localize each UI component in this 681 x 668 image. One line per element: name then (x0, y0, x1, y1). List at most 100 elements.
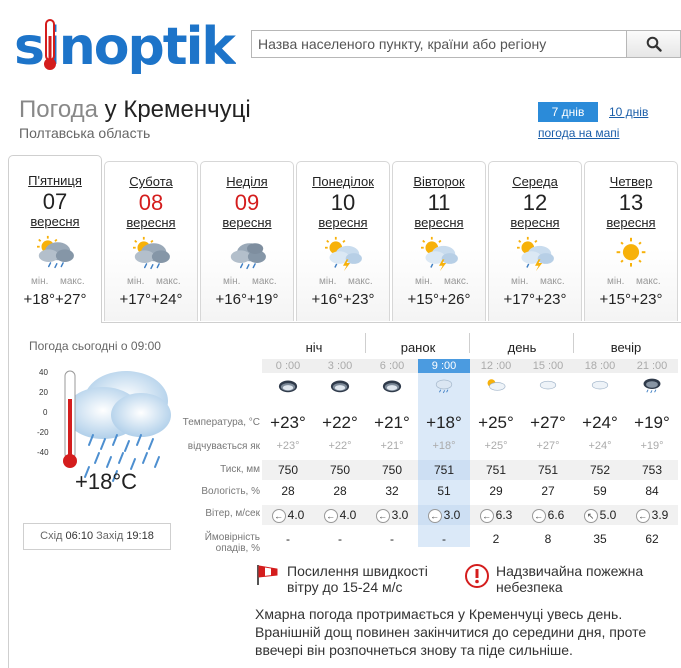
hour-pressure: 753 (626, 460, 678, 480)
hour-feels-like: +19° (640, 440, 664, 452)
hour-label: 3 :00 (314, 359, 366, 373)
hour-label: 15 :00 (522, 359, 574, 373)
day-month[interactable]: вересня (297, 215, 389, 230)
scale-minus-40: -40 (37, 448, 49, 457)
hour-wind: ← 3.9 (626, 505, 678, 525)
hour-label: 9 :00 (418, 359, 470, 373)
hour-humidity: 29 (489, 484, 503, 498)
day-tab[interactable]: Неділя 09 вересня мін. макс. +16°+19° (200, 161, 294, 321)
day-number: 10 (330, 190, 356, 215)
hour-weather-icon (314, 376, 366, 402)
hour-pressure: 750 (262, 460, 314, 480)
hour-wind: ← 6.6 (522, 505, 574, 525)
day-tab[interactable]: Четвер 13 вересня мін. макс. +15°+23° (584, 161, 678, 321)
min-temp: +15° (599, 291, 631, 308)
day-month[interactable]: вересня (393, 215, 485, 230)
wind-direction-icon: ← (375, 508, 390, 523)
cloudy-night-rain-icon (643, 378, 661, 394)
max-label: макс. (348, 276, 373, 287)
row-label-feels: відчувається як (187, 441, 260, 452)
hour-label: 12 :00 (470, 359, 522, 373)
day-name[interactable]: П'ятниця (9, 173, 101, 188)
wind-direction-icon: ← (531, 508, 546, 523)
tab-10-days[interactable]: 10 днів (609, 102, 648, 122)
hour-wind: ← 4.0 (262, 505, 314, 525)
day-name[interactable]: Четвер (585, 174, 677, 189)
max-label: макс. (444, 276, 469, 287)
fire-warning-text: Надзвичайна пожежна небезпека (496, 563, 644, 595)
wind-speed: 3.0 (391, 508, 409, 522)
row-label-humidity: Вологість, % (201, 486, 260, 497)
hour-weather-icon (626, 376, 678, 402)
day-tab[interactable]: Понеділок 10 вересня мін. макс. +16°+23° (296, 161, 390, 321)
min-temp: +17° (503, 291, 535, 308)
day-name[interactable]: Неділя (201, 174, 293, 189)
min-temp: +16° (311, 291, 343, 308)
hour-pressure: 752 (574, 460, 626, 480)
hour-temperature: +25° (478, 413, 514, 432)
day-tab[interactable]: П'ятниця 07 вересня мін. макс. +18°+27° (8, 155, 102, 323)
day-month[interactable]: вересня (585, 215, 677, 230)
day-name[interactable]: Понеділок (297, 174, 389, 189)
today-label: Погода сьогодні о 09:00 (29, 339, 161, 353)
day-weather-icon (32, 235, 78, 271)
day-month[interactable]: вересня (489, 215, 581, 230)
title-prefix: Погода (19, 96, 98, 123)
max-temp: +23° (343, 291, 375, 308)
hour-precipitation: 2 (492, 532, 500, 546)
day-name[interactable]: Вівторок (393, 174, 485, 189)
period-label: день (507, 340, 537, 355)
day-weather-icon (128, 236, 174, 272)
page-title: Погода у Кременчуці (19, 96, 251, 124)
min-label: мін. (511, 276, 529, 287)
sunset-label: Захід (96, 530, 124, 542)
sinoptik-logo[interactable]: sinoptik (14, 14, 239, 77)
day-month[interactable]: вересня (201, 215, 293, 230)
max-temp: +27° (55, 291, 87, 308)
hour-pressure: 751 (522, 460, 574, 480)
wind-speed: 6.3 (495, 508, 513, 522)
search-bar (251, 30, 681, 58)
hour-humidity: 59 (593, 484, 607, 498)
hour-humidity: 51 (437, 484, 451, 498)
hour-humidity: 84 (645, 484, 659, 498)
partly-cloudy-thunder-icon (421, 236, 458, 272)
search-button[interactable] (626, 30, 681, 58)
max-temp: +23° (631, 291, 663, 308)
row-label-temp: Температура, °C (182, 417, 260, 428)
hour-feels-like: +24° (588, 440, 612, 452)
cloudy-night-icon (278, 380, 298, 393)
hour-weather-icon (574, 376, 626, 402)
day-temps: +18°+27° (9, 291, 101, 308)
hour-temperature: +21° (374, 413, 410, 432)
day-number: 07 (42, 189, 68, 214)
day-number: 09 (234, 190, 260, 215)
day-tab[interactable]: Вівторок 11 вересня мін. макс. +15°+26° (392, 161, 486, 321)
day-tab[interactable]: Середа 12 вересня мін. макс. +17°+23° (488, 161, 582, 321)
search-input[interactable] (251, 30, 627, 58)
logo-graphic: sinoptik (14, 17, 239, 77)
day-month[interactable]: вересня (9, 214, 101, 229)
max-label: макс. (636, 276, 661, 287)
wind-direction-icon: ← (479, 508, 494, 523)
hour-feels-like: +27° (536, 440, 560, 452)
day-temps: +17°+23° (489, 291, 581, 308)
warning-icon (465, 564, 489, 588)
hour-wind: ← 3.0 (418, 505, 470, 525)
map-link[interactable]: погода на мапі (538, 126, 619, 140)
tab-7-days[interactable]: 7 днів (538, 102, 598, 122)
weather-description: Хмарна погода протримається у Кременчуці… (255, 606, 647, 658)
row-label-precip2: опадів, % (215, 543, 260, 554)
hour-weather-icon (522, 376, 574, 402)
wind-direction-icon: ← (271, 508, 286, 523)
hour-precipitation: 8 (544, 532, 552, 546)
wind-warning-text: Посилення швидкості вітру до 15-24 м/с (287, 563, 428, 595)
day-month[interactable]: вересня (105, 215, 197, 230)
hour-temperature: +24° (582, 413, 618, 432)
day-name[interactable]: Середа (489, 174, 581, 189)
day-tab[interactable]: Субота 08 вересня мін. макс. +17°+24° (104, 161, 198, 321)
scale-minus-20: -20 (37, 428, 49, 437)
day-name[interactable]: Субота (105, 174, 197, 189)
day-weather-icon (224, 236, 270, 272)
hour-humidity: 28 (281, 484, 295, 498)
